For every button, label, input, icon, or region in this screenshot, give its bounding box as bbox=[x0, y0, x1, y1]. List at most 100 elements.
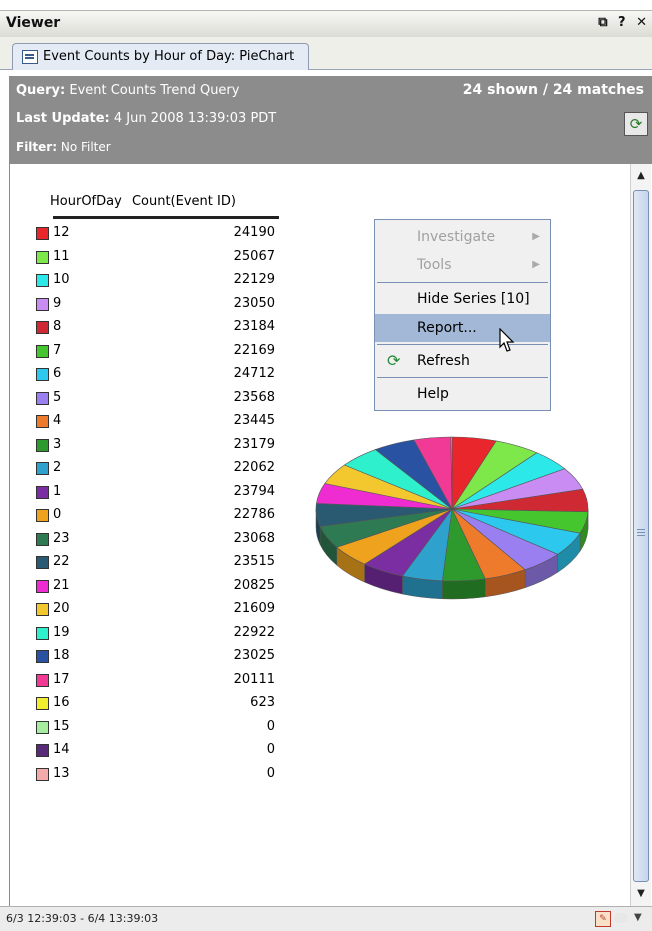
count-value: 23184 bbox=[234, 319, 275, 334]
legend-row[interactable]: 14 0 bbox=[36, 741, 286, 765]
hour-label: 10 bbox=[53, 272, 70, 287]
legend-row[interactable]: 9 23050 bbox=[36, 295, 286, 319]
legend-row[interactable]: 1922922 bbox=[36, 624, 286, 648]
legend-row[interactable]: 1224190 bbox=[36, 224, 286, 248]
legend-row[interactable]: 1022129 bbox=[36, 271, 286, 295]
legend-row[interactable]: 2120825 bbox=[36, 577, 286, 601]
hour-label: 8 bbox=[53, 319, 61, 334]
hour-label: 14 bbox=[53, 742, 70, 757]
legend-header: HourOfDay Count(Event ID) bbox=[50, 194, 236, 209]
legend-row[interactable]: 722169 bbox=[36, 342, 286, 366]
legend-row[interactable]: 423445 bbox=[36, 412, 286, 436]
color-swatch bbox=[36, 368, 49, 381]
count-value: 0 bbox=[267, 719, 275, 734]
color-swatch bbox=[36, 462, 49, 475]
filter-value: No Filter bbox=[61, 140, 111, 154]
hour-label: 7 bbox=[53, 343, 61, 358]
count-value: 20111 bbox=[234, 672, 275, 687]
legend-row[interactable]: 150 bbox=[36, 718, 286, 742]
legend-row[interactable]: 123794 bbox=[36, 483, 286, 507]
menu-separator bbox=[377, 344, 548, 345]
scroll-thumb[interactable] bbox=[633, 190, 649, 882]
legend-row[interactable]: 17 20111 bbox=[36, 671, 286, 695]
color-swatch bbox=[36, 274, 49, 287]
submenu-arrow-icon: ▶ bbox=[532, 223, 540, 251]
legend-row[interactable]: 8 23184 bbox=[36, 318, 286, 342]
count-value: 0 bbox=[267, 742, 275, 757]
color-swatch bbox=[36, 603, 49, 616]
scroll-up-icon[interactable]: ▲ bbox=[633, 168, 649, 184]
menu-item-help[interactable]: Help bbox=[375, 380, 550, 408]
legend-row[interactable]: 1125067 bbox=[36, 248, 286, 272]
query-label: Query: bbox=[16, 83, 65, 98]
menu-item-investigate[interactable]: Investigate ▶ bbox=[375, 223, 550, 251]
legend-row[interactable]: 2021609 bbox=[36, 600, 286, 624]
tab-piechart[interactable]: Event Counts by Hour of Day: PieChart bbox=[12, 43, 309, 70]
legend-row[interactable]: 624712 bbox=[36, 365, 286, 389]
scroll-down-icon[interactable]: ▼ bbox=[633, 886, 649, 902]
legend-row[interactable]: 2323068 bbox=[36, 530, 286, 554]
legend-row[interactable]: 13 0 bbox=[36, 765, 286, 789]
count-value: 23515 bbox=[234, 554, 275, 569]
header-underline bbox=[53, 216, 279, 219]
tab-strip: Event Counts by Hour of Day: PieChart bbox=[0, 37, 652, 70]
count-value: 0 bbox=[267, 766, 275, 781]
hour-label: 0 bbox=[53, 507, 61, 522]
pie-chart[interactable] bbox=[310, 404, 590, 644]
color-swatch bbox=[36, 392, 49, 405]
last-update-label: Last Update: bbox=[16, 111, 110, 126]
column-header-count[interactable]: Count(Event ID) bbox=[132, 194, 236, 209]
color-swatch bbox=[36, 439, 49, 452]
hour-label: 4 bbox=[53, 413, 61, 428]
count-value: 22922 bbox=[234, 625, 275, 640]
count-value: 23794 bbox=[234, 484, 275, 499]
legend-row[interactable]: 222062 bbox=[36, 459, 286, 483]
color-swatch bbox=[36, 697, 49, 710]
legend-row[interactable]: 0 22786 bbox=[36, 506, 286, 530]
legend-row[interactable]: 22 23515 bbox=[36, 553, 286, 577]
eraser-icon[interactable]: ✎ bbox=[595, 911, 611, 927]
hour-label: 13 bbox=[53, 766, 70, 781]
count-value: 23179 bbox=[234, 437, 275, 452]
legend-row[interactable]: 16623 bbox=[36, 694, 286, 718]
filter-label: Filter: bbox=[16, 140, 57, 154]
filter-row: Filter: No Filter bbox=[16, 140, 111, 154]
hour-label: 17 bbox=[53, 672, 70, 687]
refresh-icon: ⟳ bbox=[630, 115, 643, 133]
chart-content-area: HourOfDay Count(Event ID) 12241901125067… bbox=[9, 164, 630, 906]
menu-item-report[interactable]: Report... bbox=[375, 314, 550, 342]
chart-view-icon bbox=[22, 50, 38, 64]
color-swatch bbox=[36, 674, 49, 687]
menu-item-tools[interactable]: Tools ▶ bbox=[375, 251, 550, 279]
hour-label: 9 bbox=[53, 296, 61, 311]
menu-item-refresh[interactable]: ⟳ Refresh bbox=[375, 347, 550, 375]
window-controls[interactable]: ⧉ ? ✕ bbox=[598, 15, 650, 30]
column-header-hour[interactable]: HourOfDay bbox=[50, 194, 122, 209]
color-swatch bbox=[36, 509, 49, 522]
color-swatch bbox=[36, 298, 49, 311]
hour-label: 21 bbox=[53, 578, 70, 593]
legend-row[interactable]: 1823025 bbox=[36, 647, 286, 671]
toggle-icon[interactable] bbox=[614, 913, 628, 923]
legend-row[interactable]: 523568 bbox=[36, 389, 286, 413]
legend-table: 1224190112506710221299 23050 8 23184 7221696… bbox=[36, 224, 286, 788]
submenu-arrow-icon: ▶ bbox=[532, 251, 540, 279]
legend-row[interactable]: 323179 bbox=[36, 436, 286, 460]
query-row: Query: Event Counts Trend Query bbox=[16, 83, 239, 98]
tab-label: Event Counts by Hour of Day: PieChart bbox=[43, 49, 294, 64]
match-count: 24 shown / 24 matches bbox=[463, 82, 644, 98]
color-swatch bbox=[36, 744, 49, 757]
hour-label: 18 bbox=[53, 648, 70, 663]
color-swatch bbox=[36, 580, 49, 593]
count-value: 22786 bbox=[234, 507, 275, 522]
hour-label: 12 bbox=[53, 225, 70, 240]
color-swatch bbox=[36, 650, 49, 663]
count-value: 21609 bbox=[234, 601, 275, 616]
hour-label: 22 bbox=[53, 554, 70, 569]
refresh-button[interactable]: ⟳ bbox=[624, 112, 648, 136]
menu-item-hide-series[interactable]: Hide Series [10] bbox=[375, 285, 550, 313]
vertical-scrollbar[interactable]: ▲ ▼ bbox=[630, 164, 651, 906]
dropdown-arrow-icon[interactable]: ▼ bbox=[634, 912, 642, 923]
count-value: 23050 bbox=[234, 296, 275, 311]
pie-side-3 bbox=[442, 579, 485, 599]
